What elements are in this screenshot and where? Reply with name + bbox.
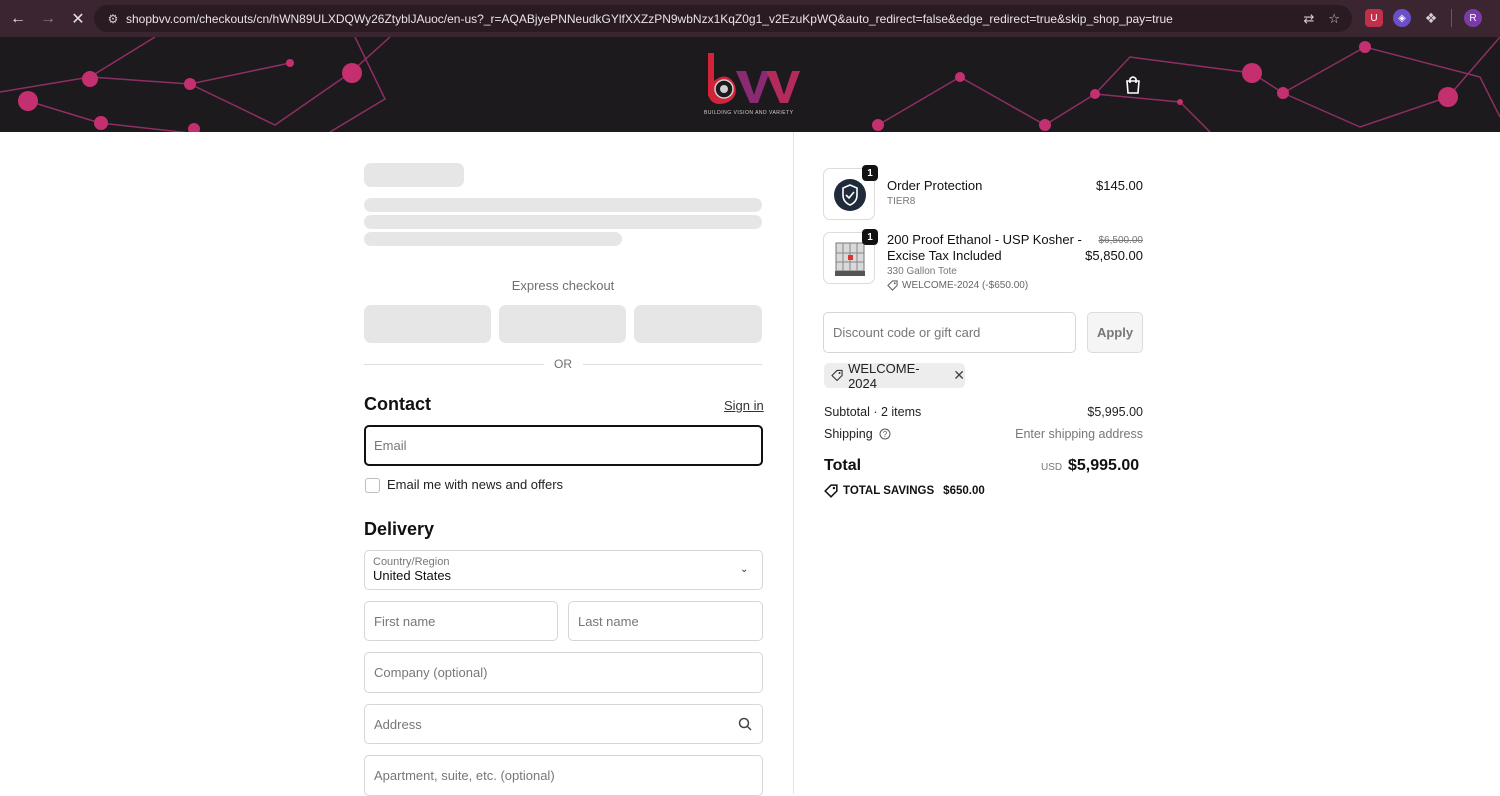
- bvv-logo: [708, 53, 800, 104]
- item-variant: 330 Gallon Tote: [887, 266, 957, 277]
- express-pay-button[interactable]: [364, 305, 491, 343]
- express-pay-button[interactable]: [499, 305, 626, 343]
- item-original-price: $6,500.00: [1098, 235, 1144, 246]
- loading-placeholder: [364, 198, 762, 212]
- savings-label: TOTAL SAVINGS: [843, 485, 935, 497]
- logo-tagline: BUILDING VISION AND VARIETY: [704, 110, 794, 116]
- extensions-puzzle-icon[interactable]: ❖: [1422, 9, 1440, 27]
- last-name-placeholder: Last name: [578, 613, 639, 629]
- item-discount: WELCOME-2024 (-$650.00): [887, 280, 1028, 291]
- extension-icon[interactable]: ◈: [1393, 9, 1411, 27]
- divider-line: [583, 364, 762, 365]
- total-savings: TOTAL SAVINGS $650.00: [824, 484, 985, 498]
- or-separator: OR: [554, 357, 572, 371]
- svg-text:?: ?: [882, 430, 887, 439]
- back-icon[interactable]: ←: [4, 5, 32, 33]
- item-price: $5,850.00: [1085, 248, 1143, 263]
- shipping-label: Shipping: [824, 427, 873, 441]
- first-name-placeholder: First name: [374, 613, 436, 629]
- quantity-badge: 1: [862, 165, 878, 181]
- bookmark-star-icon[interactable]: ☆: [1328, 11, 1340, 27]
- total-label: Total: [824, 457, 862, 474]
- ublock-extension-icon[interactable]: U: [1365, 9, 1383, 27]
- express-checkout-label: Express checkout: [511, 278, 615, 293]
- chevron-down-icon: ⌄: [740, 564, 749, 575]
- browser-toolbar: ← → ✕ ⚙ shopbvv.com/checkouts/cn/hWN89UL…: [0, 0, 1500, 37]
- site-settings-icon[interactable]: ⚙: [100, 12, 126, 26]
- applied-discount-chip: WELCOME-2024 ✕: [824, 360, 965, 391]
- apartment-placeholder: Apartment, suite, etc. (optional): [374, 768, 555, 783]
- store-header: BUILDING VISION AND VARIETY: [0, 37, 1500, 132]
- address-placeholder: Address: [374, 716, 422, 732]
- company-field[interactable]: Company (optional): [364, 652, 763, 693]
- discount-code-field[interactable]: Discount code or gift card: [823, 312, 1076, 353]
- item-variant: TIER8: [887, 196, 916, 207]
- contact-heading: Contact: [364, 394, 431, 414]
- sign-in-link[interactable]: Sign in: [724, 398, 764, 413]
- company-placeholder: Company (optional): [374, 665, 488, 680]
- email-field[interactable]: Email: [364, 425, 763, 466]
- remove-discount-icon[interactable]: ✕: [953, 367, 965, 384]
- help-icon[interactable]: ?: [879, 428, 891, 440]
- delivery-heading: Delivery: [364, 519, 435, 539]
- newsletter-checkbox[interactable]: [365, 478, 380, 493]
- email-placeholder: Email: [374, 438, 407, 453]
- column-divider: [793, 132, 794, 794]
- express-pay-button[interactable]: [634, 305, 762, 343]
- first-name-field[interactable]: First name: [364, 601, 558, 641]
- address-field[interactable]: Address: [364, 704, 763, 744]
- subtotal-label: Subtotal · 2 items: [824, 405, 922, 419]
- item-price: $145.00: [1096, 178, 1143, 193]
- quantity-badge: 1: [862, 229, 878, 245]
- forward-icon[interactable]: →: [34, 5, 62, 33]
- newsletter-label[interactable]: Email me with news and offers: [387, 477, 563, 492]
- search-icon: [738, 717, 752, 731]
- shipping-row: Shipping ?: [824, 427, 891, 441]
- apartment-field[interactable]: Apartment, suite, etc. (optional): [364, 755, 763, 796]
- toolbar-divider: [1451, 9, 1452, 27]
- apply-discount-button[interactable]: Apply: [1087, 312, 1143, 353]
- last-name-field[interactable]: Last name: [568, 601, 763, 641]
- cart-icon[interactable]: [1124, 75, 1142, 95]
- discount-code-placeholder: Discount code or gift card: [833, 325, 981, 340]
- address-bar[interactable]: ⚙ shopbvv.com/checkouts/cn/hWN89ULXDQWy2…: [94, 5, 1352, 32]
- stop-loading-icon[interactable]: ✕: [64, 5, 92, 33]
- total-value: $5,995.00: [1068, 457, 1140, 474]
- loading-placeholder: [364, 215, 762, 229]
- profile-avatar[interactable]: R: [1464, 9, 1482, 27]
- loading-placeholder: [364, 232, 622, 246]
- tag-icon: [831, 369, 843, 382]
- divider-line: [364, 364, 544, 365]
- item-discount-text: WELCOME-2024 (-$650.00): [902, 280, 1029, 291]
- subtotal-value: $5,995.00: [1087, 405, 1143, 419]
- url-text[interactable]: shopbvv.com/checkouts/cn/hWN89ULXDQWy26Z…: [126, 12, 1303, 26]
- savings-value: $650.00: [943, 485, 985, 497]
- loading-placeholder: [364, 163, 464, 187]
- tag-icon: [824, 484, 838, 498]
- shipping-value: Enter shipping address: [1015, 427, 1143, 441]
- item-title-line1: 200 Proof Ethanol - USP Kosher -: [887, 232, 1082, 247]
- translate-icon[interactable]: ⇄: [1303, 11, 1314, 27]
- country-label: Country/Region: [373, 556, 450, 568]
- item-title: Order Protection: [887, 178, 983, 193]
- applied-code-text: WELCOME-2024: [848, 360, 920, 391]
- checkout-form: Express checkout OR Contact Sign in Emai…: [0, 132, 793, 796]
- currency-code: USD: [1041, 462, 1063, 473]
- tag-icon: [887, 280, 898, 291]
- country-value: United States: [373, 568, 452, 583]
- item-title-line2: Excise Tax Included: [887, 248, 1002, 263]
